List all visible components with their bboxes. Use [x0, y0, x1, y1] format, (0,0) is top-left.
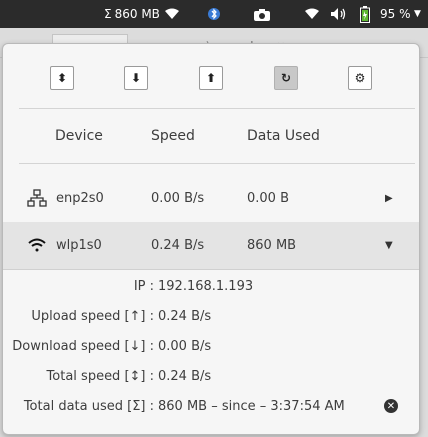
upload-button[interactable]: ⬆ — [199, 66, 223, 90]
refresh-icon: ↻ — [280, 71, 292, 85]
down-arrow-icon: ⬇ — [130, 71, 142, 85]
ethernet-icon — [27, 189, 47, 207]
total-speed-value: 0.24 B/s — [158, 368, 212, 384]
total-data-value: 860 MB – since – 3:37:54 AM — [158, 398, 345, 414]
download-value: 0.00 B/s — [158, 338, 212, 354]
divider — [19, 163, 415, 164]
popup-toolbar: ⬍ ⬇ ⬆ ↻ ⚙ — [3, 44, 419, 110]
gear-icon: ⚙ — [354, 71, 366, 85]
download-label: Download speed [↓] : — [12, 338, 154, 354]
divider — [19, 108, 415, 109]
sort-updown-button[interactable]: ⬍ — [50, 66, 74, 90]
total-speed-label: Total speed [↕] : — [46, 368, 154, 384]
detail-ip: IP : 192.168.1.193 — [3, 271, 419, 301]
detail-total-data: Total data used [Σ] : 860 MB – since – 3… — [3, 391, 419, 421]
download-button[interactable]: ⬇ — [124, 66, 148, 90]
chevron-right-icon[interactable]: ▶ — [385, 175, 393, 222]
wifi-status-icon[interactable] — [304, 0, 320, 28]
sigma-symbol: Σ — [104, 7, 112, 21]
updown-arrow-icon: ⬍ — [56, 71, 68, 85]
refresh-button[interactable]: ↻ — [274, 66, 298, 90]
bluetooth-icon[interactable] — [208, 0, 220, 28]
camera-icon[interactable] — [254, 0, 270, 28]
upload-value: 0.24 B/s — [158, 308, 212, 324]
chevron-down-icon[interactable]: ▼ — [385, 222, 393, 269]
chevron-down-icon[interactable]: ▼ — [414, 0, 421, 28]
detail-download: Download speed [↓] : 0.00 B/s — [3, 331, 419, 361]
network-monitor-indicator[interactable]: Σ 860 MB — [104, 0, 160, 28]
device-row-enp2s0[interactable]: enp2s0 0.00 B/s 0.00 B ▶ — [3, 175, 419, 222]
column-header-speed: Speed — [151, 128, 195, 144]
column-header-data-used: Data Used — [247, 128, 320, 144]
settings-button[interactable]: ⚙ — [348, 66, 372, 90]
wifi-icon — [27, 237, 47, 253]
volume-icon[interactable] — [331, 0, 349, 28]
device-data-used: 860 MB — [247, 238, 297, 253]
detail-total-speed: Total speed [↕] : 0.24 B/s — [3, 361, 419, 391]
ip-label: IP : — [133, 278, 154, 294]
total-data-label: Total data used [Σ] : — [23, 398, 154, 414]
device-name: enp2s0 — [56, 191, 104, 206]
divider — [3, 269, 419, 270]
detail-upload: Upload speed [↑] : 0.24 B/s — [3, 301, 419, 331]
top-panel: Σ 860 MB 95 % ▼ — [0, 0, 428, 28]
battery-charging-icon[interactable] — [360, 0, 370, 28]
upload-label: Upload speed [↑] : — [31, 308, 154, 324]
wifi-icon[interactable] — [164, 0, 180, 28]
net-total-label: 860 MB — [114, 7, 160, 21]
up-arrow-icon: ⬆ — [205, 71, 217, 85]
device-data-used: 0.00 B — [247, 191, 289, 206]
device-speed: 0.00 B/s — [151, 191, 205, 206]
column-header-device: Device — [55, 128, 103, 144]
network-monitor-popup: ⬍ ⬇ ⬆ ↻ ⚙ Device Speed Data Used enp2s0 — [2, 43, 420, 435]
reset-icon[interactable]: ✕ — [384, 399, 398, 413]
battery-percent[interactable]: 95 % — [380, 0, 411, 28]
ip-value: 192.168.1.193 — [158, 278, 254, 294]
device-row-wlp1s0[interactable]: wlp1s0 0.24 B/s 860 MB ▼ — [3, 222, 419, 269]
device-name: wlp1s0 — [56, 238, 102, 253]
device-speed: 0.24 B/s — [151, 238, 205, 253]
